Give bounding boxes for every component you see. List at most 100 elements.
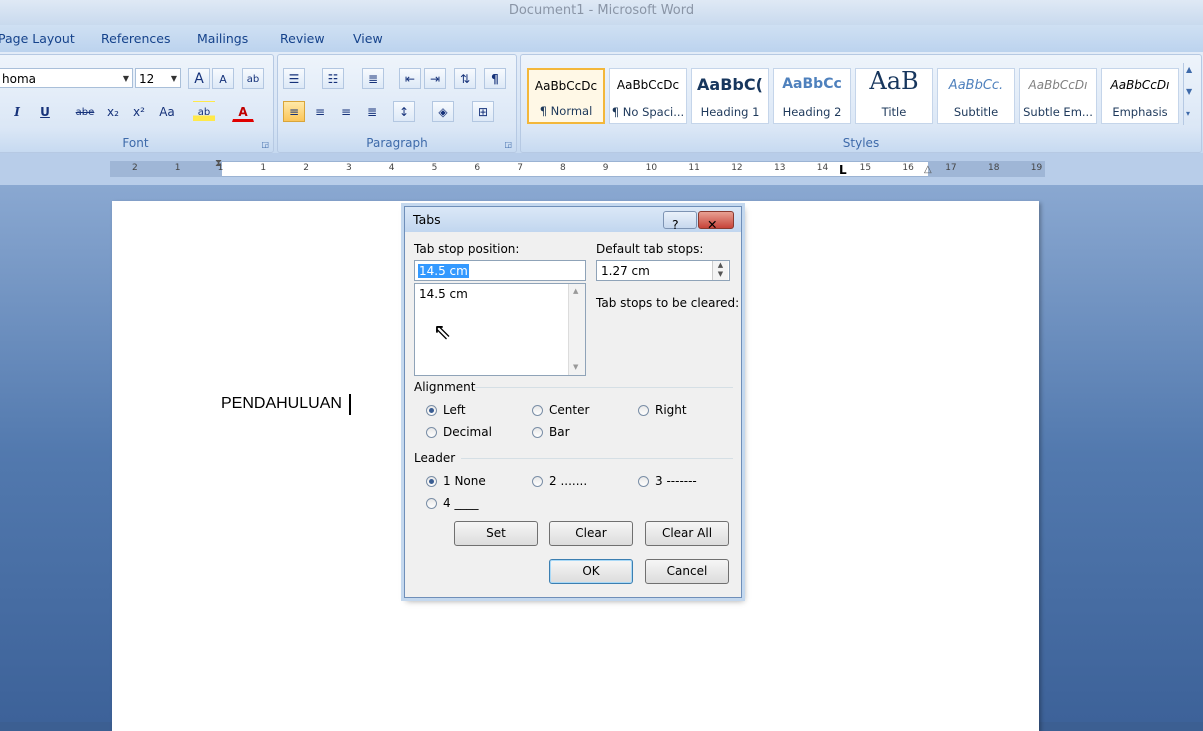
font-color-button[interactable]: A	[232, 101, 254, 122]
leader-dots-radio[interactable]	[532, 476, 543, 487]
ok-button[interactable]: OK	[549, 559, 633, 584]
decrease-indent-icon: ⇤	[404, 72, 416, 86]
align-decimal-radio[interactable]	[426, 427, 437, 438]
subscript-button[interactable]: x₂	[102, 101, 124, 122]
close-button[interactable]: ✕	[698, 211, 734, 232]
clear-all-button-label: Clear All	[661, 526, 713, 540]
tab-stop-position-value: 14.5 cm	[418, 264, 469, 278]
subscript-icon: x₂	[107, 105, 119, 119]
scroll-down-icon[interactable]: ▼	[1186, 87, 1192, 96]
numbering-icon: ☷	[327, 72, 339, 86]
underline-button[interactable]: U	[34, 101, 56, 122]
style-no-spacing[interactable]: AaBbCcDc ¶ No Spaci...	[609, 68, 687, 124]
indent-marker-icon[interactable]: ⧗	[215, 158, 222, 169]
styles-scroll[interactable]: ▲ ▼ ▾	[1183, 63, 1198, 125]
dialog-title-bar[interactable]: Tabs ? ✕	[405, 207, 741, 232]
style-name: Heading 2	[782, 105, 842, 119]
window-title: Document1 - Microsoft Word	[508, 3, 695, 18]
line-spacing-button[interactable]: ↕	[393, 101, 415, 122]
leader-underline-radio[interactable]	[426, 498, 437, 509]
borders-button[interactable]: ⊞	[472, 101, 494, 122]
tab-stops-to-clear-label: Tab stops to be cleared:	[596, 296, 740, 310]
default-tab-stops-spinner[interactable]: 1.27 cm ▲ ▼	[596, 260, 730, 281]
clear-all-button[interactable]: Clear All	[645, 521, 729, 546]
alignment-label: Alignment	[414, 380, 476, 394]
font-name-box[interactable]: homa ▼	[0, 68, 133, 88]
list-scrollbar[interactable]: ▲ ▼	[568, 284, 585, 375]
paragraph-group: ☰ ☷ ≣ ⇤ ⇥ ⇅ ¶ ≡ ≡ ≡ ≣ ↕ ◈ ⊞ Paragraph ◲	[277, 54, 517, 153]
cancel-button[interactable]: Cancel	[645, 559, 729, 584]
style-subtitle[interactable]: AaBbCc. Subtitle	[937, 68, 1015, 124]
leader-dashes-radio[interactable]	[638, 476, 649, 487]
align-bar-radio[interactable]	[532, 427, 543, 438]
justify-button[interactable]: ≣	[361, 101, 383, 122]
help-button[interactable]: ?	[663, 211, 697, 232]
style-normal[interactable]: AaBbCcDc ¶ Normal	[527, 68, 605, 124]
ribbon-tabs: Page Layout References Mailings Review V…	[0, 25, 1203, 52]
increase-indent-button[interactable]: ⇥	[424, 68, 446, 89]
ruler-number: 7	[517, 163, 523, 173]
scroll-up-icon[interactable]: ▲	[573, 287, 578, 295]
list-item[interactable]: 14.5 cm	[419, 287, 468, 301]
scroll-down-icon[interactable]: ▼	[573, 363, 578, 371]
paragraph-mark-icon: ¶	[491, 72, 499, 86]
dialog-launcher-icon[interactable]: ◲	[504, 140, 512, 149]
style-title[interactable]: AaB Title	[855, 68, 933, 124]
numbering-button[interactable]: ☷	[322, 68, 344, 89]
change-case-button[interactable]: Aa	[156, 101, 178, 122]
multilevel-list-button[interactable]: ≣	[362, 68, 384, 89]
tab-view[interactable]: View	[353, 31, 383, 46]
style-heading-1[interactable]: AaBbC(Heading 1	[691, 68, 769, 124]
italic-button[interactable]: I	[6, 101, 28, 122]
left-tab-stop-icon[interactable]: L	[839, 163, 847, 177]
font-size-box[interactable]: 12 ▼	[135, 68, 181, 88]
grow-font-button[interactable]: A	[188, 68, 210, 89]
style-subtle-emphasis[interactable]: AaBbCcDı Subtle Em...	[1019, 68, 1097, 124]
tab-stops-list[interactable]: 14.5 cm ▲ ▼ ⇖	[414, 283, 586, 376]
shading-button[interactable]: ◈	[432, 101, 454, 122]
spinner-arrows-icon[interactable]: ▲ ▼	[712, 261, 728, 280]
tab-stop-position-input[interactable]: 14.5 cm	[414, 260, 586, 281]
styles-group-label: Styles	[842, 136, 880, 150]
show-marks-button[interactable]: ¶	[484, 68, 506, 89]
style-emphasis[interactable]: AaBbCcDı Emphasis	[1101, 68, 1179, 124]
dialog-launcher-icon[interactable]: ◲	[261, 140, 269, 149]
align-left-radio[interactable]	[426, 405, 437, 416]
strikethrough-button[interactable]: abe	[74, 101, 96, 122]
tab-review[interactable]: Review	[280, 31, 325, 46]
align-center-button[interactable]: ≡	[309, 101, 331, 122]
clear-formatting-button[interactable]: ab	[242, 68, 264, 89]
ruler-number: 2	[132, 163, 138, 173]
align-right-radio[interactable]	[638, 405, 649, 416]
ruler-number: 4	[388, 163, 395, 173]
align-left-label: Left	[443, 403, 466, 417]
highlight-button[interactable]: ab	[193, 101, 215, 122]
underline-icon: U	[40, 105, 50, 119]
right-indent-marker-icon[interactable]: △	[924, 164, 932, 175]
align-center-radio[interactable]	[532, 405, 543, 416]
clear-button[interactable]: Clear	[549, 521, 633, 546]
tab-references[interactable]: References	[101, 31, 170, 46]
sort-button[interactable]: ⇅	[454, 68, 476, 89]
ribbon: homa ▼ 12 ▼ A A ab I U abe x₂ x² Aa ab A F…	[0, 52, 1203, 154]
ruler-numbers: 2 1 1 1 2 3 4 5 6 7 8 9 10 11 12 13 14 15 16 17 18 19	[0, 161, 1203, 177]
document-text[interactable]: PENDAHULUAN	[221, 395, 342, 413]
bullets-button[interactable]: ☰	[283, 68, 305, 89]
style-heading-2[interactable]: AaBbCc Heading 2	[773, 68, 851, 124]
scroll-up-icon[interactable]: ▲	[1186, 65, 1192, 74]
ruler-number: 14	[816, 163, 829, 173]
leader-none-radio[interactable]	[426, 476, 437, 487]
style-sample: AaB	[869, 68, 919, 95]
tab-mailings[interactable]: Mailings	[197, 31, 248, 46]
more-styles-icon[interactable]: ▾	[1186, 109, 1190, 118]
align-right-button[interactable]: ≡	[335, 101, 357, 122]
decrease-indent-button[interactable]: ⇤	[399, 68, 421, 89]
ruler-number: 16	[902, 163, 914, 173]
align-left-button[interactable]: ≡	[283, 101, 305, 122]
shrink-font-button[interactable]: A	[212, 68, 234, 89]
tabs-dialog: Tabs ? ✕ Tab stop position: 14.5 cm 14.5…	[404, 206, 742, 598]
superscript-button[interactable]: x²	[128, 101, 150, 122]
style-name: Title	[881, 105, 907, 119]
set-button[interactable]: Set	[454, 521, 538, 546]
tab-page-layout[interactable]: Page Layout	[0, 31, 75, 46]
